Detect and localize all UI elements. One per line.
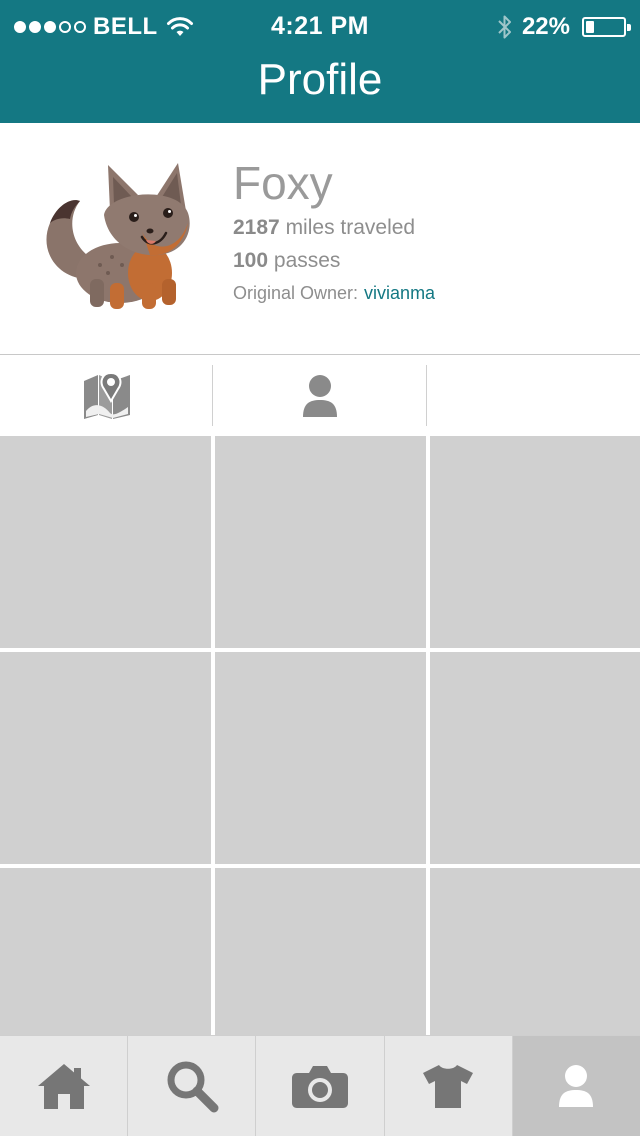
shirt-icon (423, 1065, 474, 1108)
tab-map[interactable] (0, 355, 214, 436)
tab-empty[interactable] (427, 355, 640, 436)
battery-icon (582, 17, 631, 37)
photo-cell[interactable] (215, 436, 426, 648)
photo-cell[interactable] (0, 436, 211, 648)
owner-label: Original Owner: (233, 283, 359, 303)
photo-cell[interactable] (0, 868, 211, 1039)
status-bar: BELL 4:21 PM 22% (0, 0, 640, 52)
status-right: 22% (496, 12, 631, 42)
tabbar-shirt[interactable] (384, 1036, 513, 1136)
tabbar-profile[interactable] (512, 1036, 640, 1136)
map-pin-icon (83, 371, 130, 419)
photo-grid (0, 436, 640, 1039)
photo-cell[interactable] (0, 652, 211, 864)
owner-link[interactable]: vivianma (364, 283, 435, 303)
tabbar-camera[interactable] (256, 1036, 385, 1136)
passes-label: passes (273, 249, 341, 272)
profile-info: Foxy 2187 miles traveled 100 passes Orig… (233, 155, 435, 309)
profile-card: Foxy 2187 miles traveled 100 passes Orig… (0, 123, 640, 355)
camera-icon (292, 1066, 348, 1108)
tab-owners[interactable] (213, 355, 427, 436)
fox-avatar (46, 163, 190, 309)
tabbar-search[interactable] (128, 1036, 257, 1136)
photo-cell[interactable] (430, 652, 640, 864)
photo-cell[interactable] (430, 436, 640, 648)
miles-label: miles traveled (285, 216, 416, 239)
person-icon (559, 1065, 594, 1107)
search-icon (167, 1061, 219, 1113)
pet-name: Foxy (233, 157, 333, 209)
original-owner: Original Owner: vivianma (233, 277, 435, 309)
app-header: BELL 4:21 PM 22% Profile (0, 0, 640, 123)
bluetooth-icon (498, 15, 511, 39)
page-title: Profile (257, 55, 383, 104)
bottom-tab-bar (0, 1035, 640, 1136)
photo-cell[interactable] (215, 868, 426, 1039)
passes-value: 100 (233, 249, 269, 272)
profile-tabs (0, 355, 640, 436)
tabbar-home[interactable] (0, 1036, 129, 1136)
photo-cell[interactable] (215, 652, 426, 864)
battery-percentage: 22% (521, 13, 570, 40)
photo-cell[interactable] (430, 868, 640, 1039)
person-icon (302, 374, 337, 417)
battery-level-fill (586, 21, 594, 33)
home-icon (37, 1064, 90, 1109)
passes-stat: 100 passes (233, 244, 435, 277)
miles-value: 2187 (233, 216, 280, 239)
miles-stat: 2187 miles traveled (233, 211, 435, 244)
